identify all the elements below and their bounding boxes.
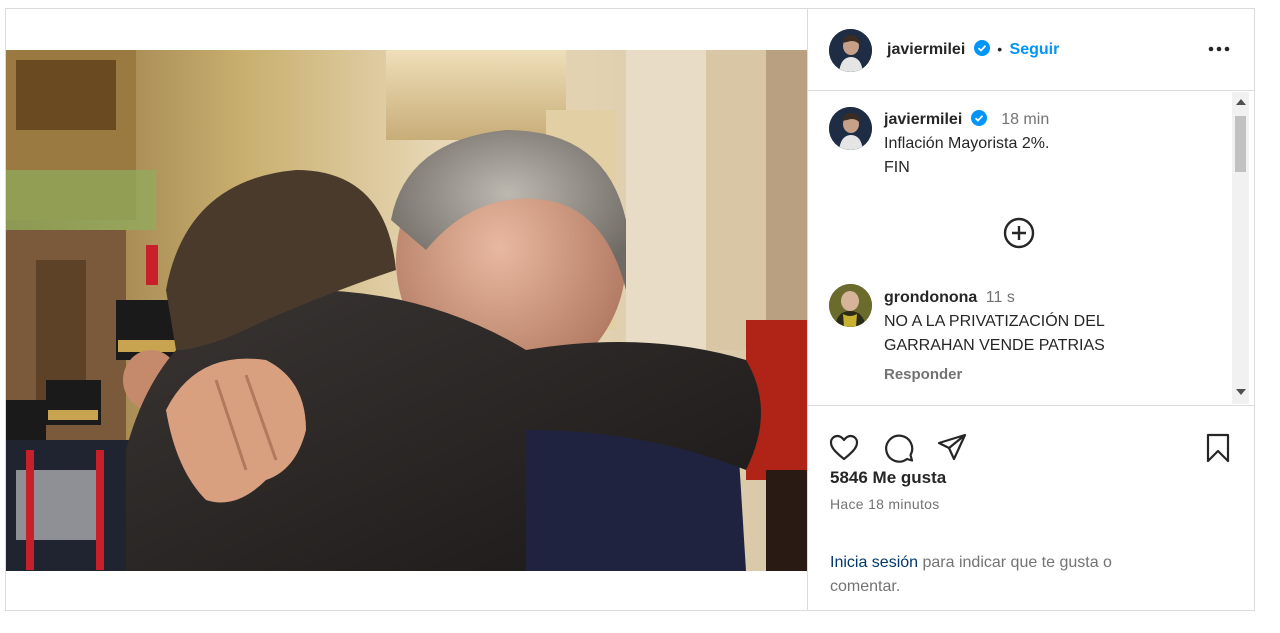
scroll-thumb[interactable] — [1235, 116, 1246, 172]
likes-count[interactable]: 5846 Me gusta — [830, 468, 946, 488]
caption-line: Inflación Mayorista 2%. — [884, 135, 1050, 152]
scroll-down-icon[interactable] — [1236, 389, 1246, 395]
author-avatar[interactable] — [829, 29, 872, 72]
caption-author-avatar[interactable] — [829, 107, 872, 150]
comments-scrollbar[interactable] — [1232, 92, 1249, 404]
load-more-comments-icon[interactable] — [1002, 216, 1036, 250]
save-bookmark-icon[interactable] — [1202, 432, 1234, 464]
post-header: javiermilei • Seguir — [808, 9, 1255, 91]
post-photo[interactable] — [6, 50, 807, 571]
verified-badge-icon — [970, 110, 987, 126]
author-username[interactable]: javiermilei — [887, 41, 965, 58]
comment-bubble-icon[interactable] — [883, 432, 915, 464]
scroll-up-icon[interactable] — [1236, 99, 1246, 105]
login-prompt-text: para indicar que te gusta o — [918, 554, 1112, 571]
post-actions: 5846 Me gusta Hace 18 minutos Inicia ses… — [808, 405, 1255, 610]
verified-badge-icon — [973, 40, 990, 56]
caption-line: FIN — [884, 159, 910, 176]
caption-time[interactable]: 18 min — [1001, 111, 1049, 128]
separator-dot: • — [997, 41, 1003, 57]
follow-button[interactable]: Seguir — [1010, 41, 1060, 58]
post-media — [6, 9, 807, 610]
commenter-avatar[interactable] — [829, 284, 872, 327]
like-heart-icon[interactable] — [828, 432, 860, 464]
comment-line: NO A LA PRIVATIZACIÓN DEL — [884, 313, 1105, 330]
commenter-username[interactable]: grondonona — [884, 289, 977, 306]
reply-button[interactable]: Responder — [884, 366, 1224, 383]
caption-author[interactable]: javiermilei — [884, 111, 962, 128]
comments-section[interactable]: javiermilei 18 min Inflación Mayorista 2… — [808, 92, 1255, 404]
more-options-icon[interactable] — [1205, 39, 1233, 59]
login-link[interactable]: Inicia sesión — [830, 554, 918, 571]
login-prompt-text-2: comentar. — [830, 578, 901, 595]
login-prompt: Inicia sesión para indicar que te gusta … — [830, 551, 1210, 599]
comment-time[interactable]: 11 s — [986, 289, 1015, 306]
post-timestamp[interactable]: Hace 18 minutos — [830, 496, 940, 512]
share-send-icon[interactable] — [936, 432, 968, 464]
instagram-post: javiermilei • Seguir javiermilei 18 min … — [5, 8, 1255, 611]
post-side-panel: javiermilei • Seguir javiermilei 18 min … — [807, 9, 1255, 610]
comment-line: GARRAHAN VENDE PATRIAS — [884, 337, 1105, 354]
